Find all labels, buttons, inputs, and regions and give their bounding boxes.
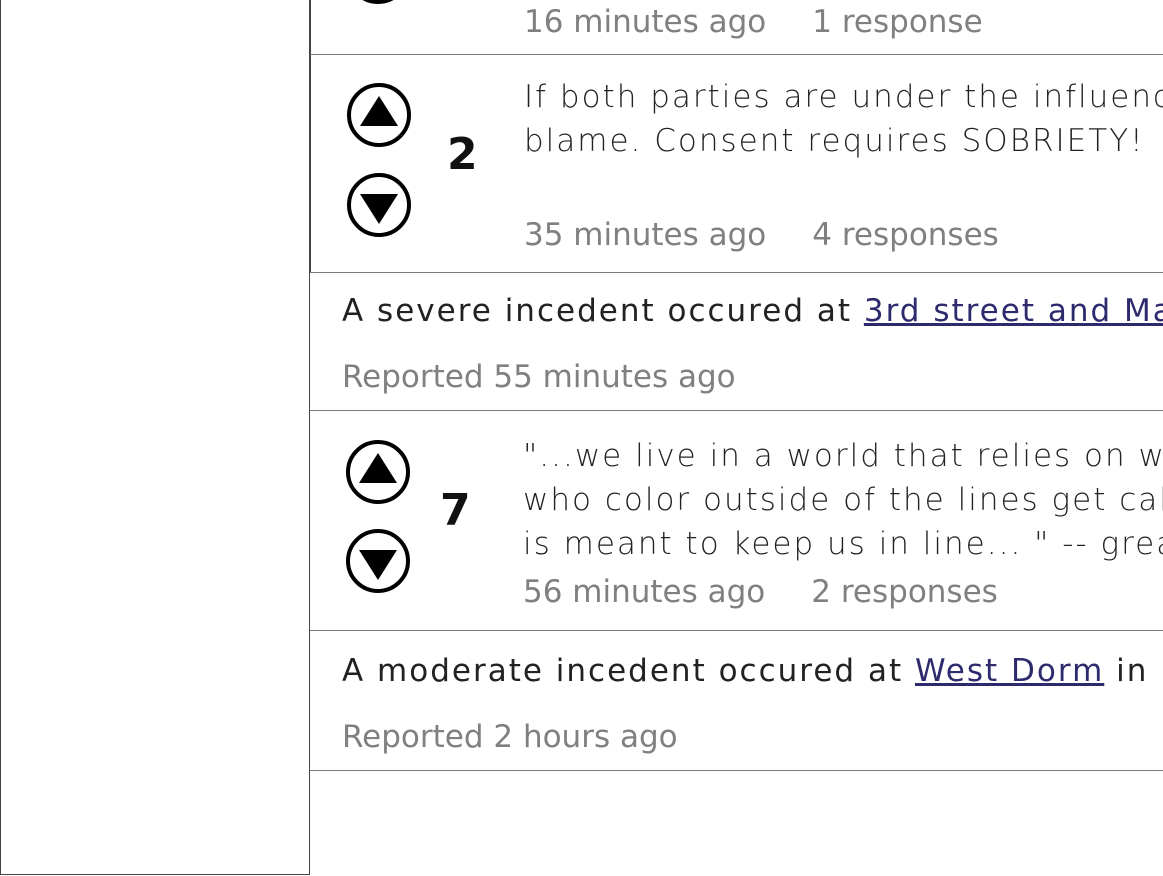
- post-text-line: is meant to keep us in line... " -- grea…: [523, 526, 1163, 562]
- arrow-down-circle-icon: [362, 0, 394, 4]
- post-meta: 35 minutes ago 4 responses: [524, 217, 999, 253]
- arrow-up-circle-icon: [347, 83, 411, 147]
- post-card: 7 "...we live in a world that relies on …: [310, 411, 1163, 630]
- incident-report: A moderate incedent occured at West Dorm…: [310, 631, 1163, 770]
- upvote-button[interactable]: [345, 439, 410, 504]
- post-time: 56 minutes ago: [523, 574, 766, 610]
- post-text-line: If both parties are under the influence,…: [524, 79, 1163, 115]
- post-card: 2 If both parties are under the influenc…: [310, 55, 1163, 272]
- incident-reported-time: Reported 2 hours ago: [342, 719, 678, 755]
- downvote-button[interactable]: [346, 172, 411, 237]
- feed: 16 minutes ago 1 response 2 If both parti…: [310, 0, 1163, 876]
- incident-location-link[interactable]: West Dorm: [915, 653, 1104, 689]
- vote-score: 7: [440, 485, 471, 536]
- upvote-button[interactable]: [346, 82, 411, 147]
- arrow-down-circle-icon: [346, 529, 410, 593]
- post-text-line: who color outside of the lines get calle…: [523, 482, 1163, 518]
- post-time: 16 minutes ago: [524, 4, 767, 40]
- incident-reported-time: Reported 55 minutes ago: [342, 359, 736, 395]
- incident-text: A moderate incedent occured at West Dorm…: [342, 653, 1163, 689]
- incident-location-link[interactable]: 3rd street and Market: [864, 293, 1163, 329]
- post-meta: 16 minutes ago 1 response: [524, 4, 983, 40]
- incident-text: A severe incedent occured at 3rd street …: [342, 293, 1163, 329]
- post-card: 16 minutes ago 1 response: [310, 0, 1163, 54]
- post-text: If both parties are under the influence,…: [524, 75, 1163, 163]
- post-text: "...we live in a world that relies on wo…: [523, 434, 1163, 566]
- sidebar-panel: [0, 0, 310, 875]
- post-text-line: blame. Consent requires SOBRIETY!: [524, 123, 1145, 159]
- post-time: 35 minutes ago: [524, 217, 767, 253]
- post-meta: 56 minutes ago 2 responses: [523, 574, 998, 610]
- post-responses-link[interactable]: 2 responses: [811, 574, 998, 610]
- incident-report: A severe incedent occured at 3rd street …: [310, 273, 1163, 410]
- post-responses-link[interactable]: 1 response: [812, 4, 982, 40]
- vote-score: 2: [447, 129, 478, 180]
- downvote-button[interactable]: [345, 528, 410, 593]
- arrow-down-circle-icon: [347, 173, 411, 237]
- arrow-up-circle-icon: [346, 440, 410, 504]
- post-text-line: "...we live in a world that relies on wo…: [523, 438, 1163, 474]
- post-responses-link[interactable]: 4 responses: [812, 217, 999, 253]
